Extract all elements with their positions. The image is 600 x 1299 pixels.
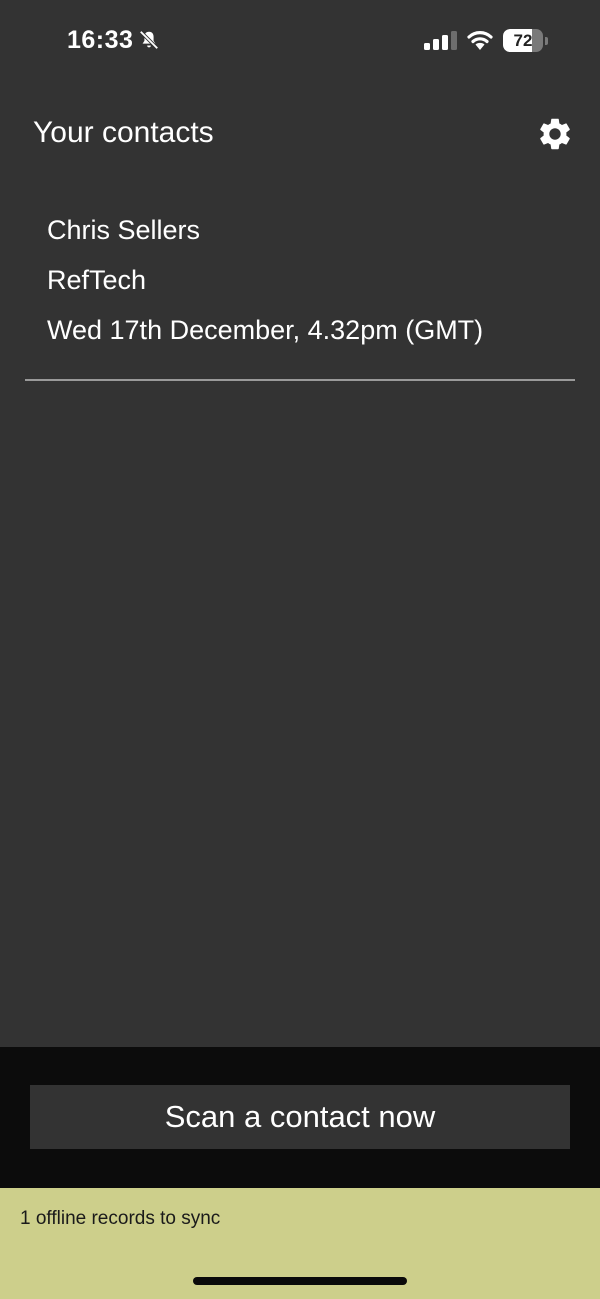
app-screen: 16:33 72 Your contacts Chris Sellers Ref…	[0, 0, 600, 1299]
app-header: Your contacts	[0, 80, 600, 185]
gear-icon[interactable]	[536, 115, 574, 153]
battery-tip	[545, 37, 548, 45]
contact-list-item[interactable]: Chris Sellers RefTech Wed 17th December,…	[25, 185, 575, 381]
sync-banner: 1 offline records to sync	[0, 1188, 600, 1299]
contact-list: Chris Sellers RefTech Wed 17th December,…	[0, 185, 600, 1047]
contact-date: Wed 17th December, 4.32pm (GMT)	[47, 315, 484, 345]
status-bar: 16:33 72	[0, 0, 600, 80]
status-time: 16:33	[67, 26, 134, 54]
battery-level: 72	[513, 31, 533, 50]
sync-status-text: 1 offline records to sync	[20, 1208, 221, 1229]
cellular-signal-icon	[424, 31, 457, 50]
contact-name: Chris Sellers	[47, 215, 201, 245]
wifi-icon	[467, 31, 493, 50]
bottom-action-bar: Scan a contact now	[0, 1047, 600, 1188]
page-title: Your contacts	[33, 116, 214, 149]
contact-company: RefTech	[47, 265, 147, 295]
battery-body: 72	[503, 29, 543, 52]
scan-contact-button[interactable]: Scan a contact now	[30, 1085, 570, 1149]
bell-muted-icon	[139, 30, 159, 50]
home-indicator[interactable]	[193, 1277, 407, 1285]
battery-icon: 72	[503, 29, 549, 52]
